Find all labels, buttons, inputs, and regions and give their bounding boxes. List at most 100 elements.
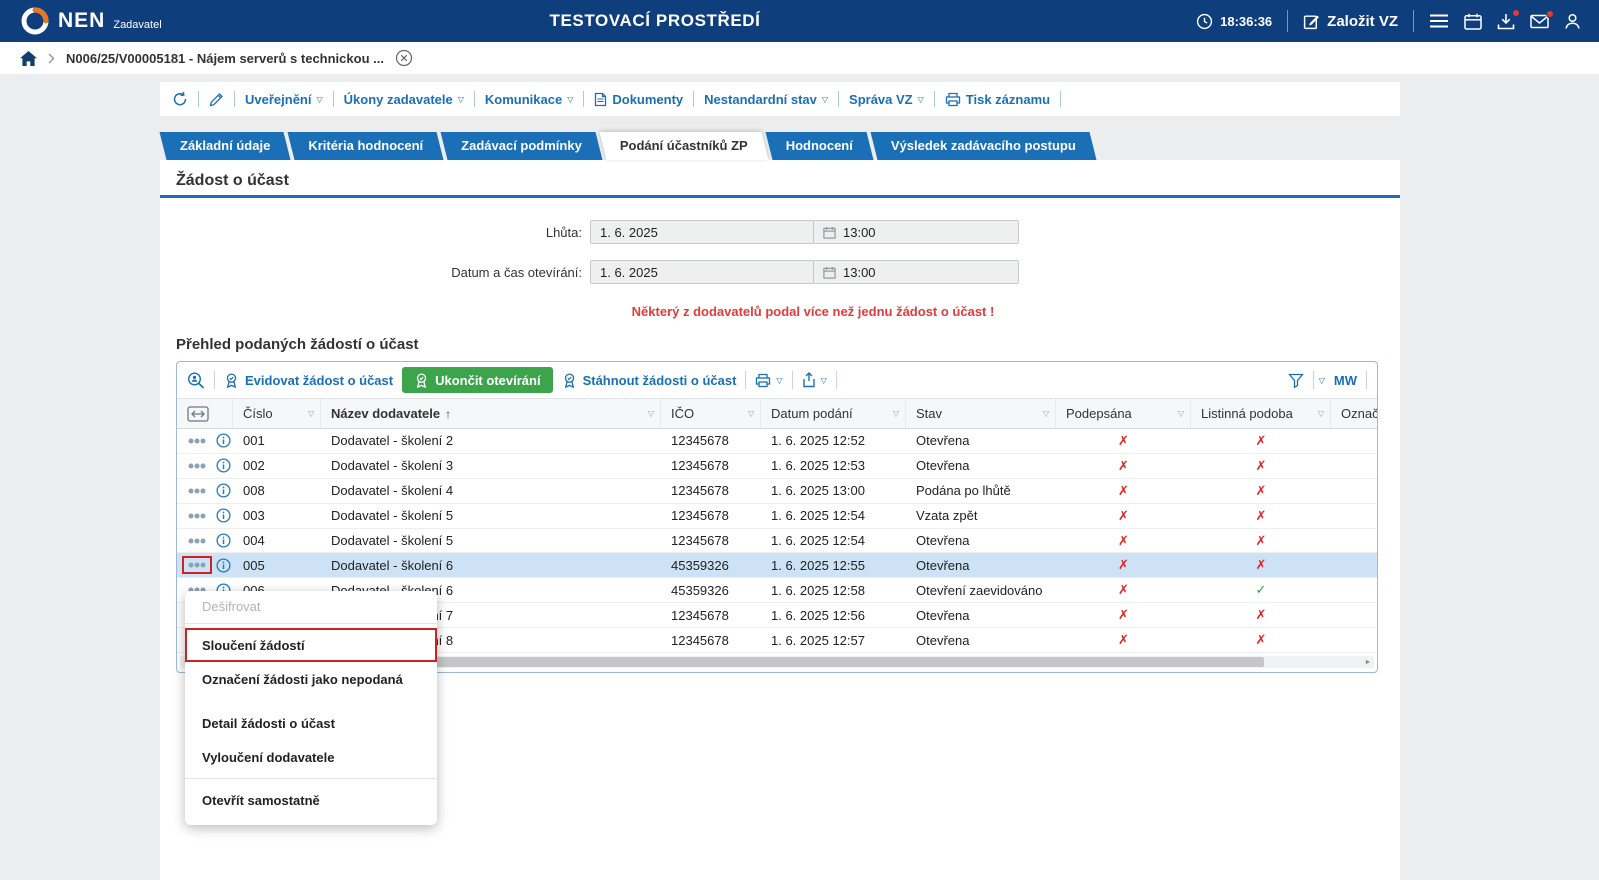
scroll-right-icon[interactable]: ► bbox=[1362, 656, 1374, 668]
row-menu-icon[interactable] bbox=[185, 535, 209, 547]
register-request-button[interactable]: Evidovat žádost o účast bbox=[224, 372, 393, 389]
column-header-stav[interactable]: Stav ▽ bbox=[906, 399, 1056, 428]
menu-item-vylouceni-dodavatele[interactable]: Vyloučení dodavatele bbox=[185, 740, 437, 774]
user-icon[interactable] bbox=[1564, 13, 1581, 30]
chevron-down-icon[interactable]: ▽ bbox=[1319, 376, 1325, 385]
info-icon[interactable] bbox=[216, 533, 231, 548]
finish-opening-button[interactable]: Ukončit otevírání bbox=[402, 367, 553, 393]
info-icon[interactable] bbox=[216, 558, 231, 573]
divider bbox=[745, 371, 747, 389]
time-input[interactable]: 13:00 bbox=[813, 220, 1019, 244]
edit-icon[interactable] bbox=[209, 92, 224, 107]
filter-caret-icon[interactable]: ▽ bbox=[1043, 409, 1049, 418]
info-icon[interactable] bbox=[216, 483, 231, 498]
time-input[interactable]: 13:00 bbox=[813, 260, 1019, 284]
tab-kriteria-hodnoceni[interactable]: Kritéria hodnocení bbox=[291, 132, 440, 160]
cell-submitted-date: 1. 6. 2025 12:54 bbox=[771, 508, 865, 524]
create-vz-button[interactable]: Založit VZ bbox=[1303, 13, 1398, 30]
info-icon[interactable] bbox=[216, 508, 231, 523]
cell-marked bbox=[1331, 553, 1377, 577]
cell-submitted-date: 1. 6. 2025 12:55 bbox=[771, 557, 865, 573]
divider bbox=[1366, 371, 1367, 389]
column-header-listinna-podoba[interactable]: Listinná podoba ▽ bbox=[1191, 399, 1331, 428]
menu-divider bbox=[185, 778, 437, 779]
menu-item-otevrit-samostatne[interactable]: Otevřít samostatně bbox=[185, 783, 437, 817]
cell-status: Otevřena bbox=[916, 607, 970, 623]
cell-status: Vzata zpět bbox=[916, 508, 978, 524]
table-row[interactable]: 004 Dodavatel - školení 5 12345678 1. 6. 20… bbox=[177, 529, 1377, 554]
column-header-cislo[interactable]: Číslo ▽ bbox=[233, 399, 321, 428]
signed-cross-icon: ✗ bbox=[1118, 582, 1129, 598]
brand[interactable]: NEN Zadavatel bbox=[20, 6, 162, 36]
export-icon[interactable] bbox=[802, 372, 816, 388]
signed-cross-icon: ✗ bbox=[1118, 457, 1129, 473]
row-menu-icon[interactable] bbox=[185, 510, 209, 522]
filter-caret-icon[interactable]: ▽ bbox=[308, 409, 314, 418]
undo-icon[interactable] bbox=[172, 91, 188, 107]
download-requests-button[interactable]: Stáhnout žádosti o účast bbox=[562, 372, 736, 389]
info-icon[interactable] bbox=[216, 433, 231, 448]
mw-label[interactable]: MW bbox=[1334, 373, 1357, 388]
chevron-down-icon[interactable]: ▽ bbox=[821, 376, 827, 385]
tab-vysledek-zadavaciho-postupu[interactable]: Výsledek zadávacího postupu bbox=[874, 132, 1093, 160]
signed-cross-icon: ✗ bbox=[1118, 482, 1129, 498]
toolbar-link-ukony-zadavatele[interactable]: Úkony zadavatele ▽ bbox=[344, 92, 464, 107]
sort-ascending-icon: ↑ bbox=[445, 406, 452, 421]
chevron-down-icon[interactable]: ▽ bbox=[776, 376, 782, 385]
filter-caret-icon[interactable]: ▽ bbox=[893, 409, 899, 418]
table-row[interactable]: 001 Dodavatel - školení 2 12345678 1. 6. 20… bbox=[177, 429, 1377, 454]
toolbar-link-nestandardni-stav[interactable]: Nestandardní stav ▽ bbox=[704, 92, 828, 107]
table-row[interactable]: 008 Dodavatel - školení 4 12345678 1. 6. 20… bbox=[177, 479, 1377, 504]
home-icon[interactable] bbox=[20, 50, 37, 66]
date-input[interactable]: 1. 6. 2025 bbox=[590, 260, 814, 284]
row-menu-icon[interactable] bbox=[185, 460, 209, 472]
menu-item-oznaceni-zadosti-jako-nepodana[interactable]: Označení žádosti jako nepodaná bbox=[185, 662, 437, 696]
cell-supplier-name: Dodavatel - školení 3 bbox=[331, 458, 454, 474]
column-header-datum-podani[interactable]: Datum podání ▽ bbox=[761, 399, 906, 428]
filter-caret-icon[interactable]: ▽ bbox=[1318, 409, 1324, 418]
filter-caret-icon[interactable]: ▽ bbox=[648, 409, 654, 418]
column-header-ico[interactable]: IČO ▽ bbox=[661, 399, 761, 428]
chevron-down-icon: ▽ bbox=[917, 95, 924, 104]
breadcrumb-item[interactable]: N006/25/V00005181 - Nájem serverů s tech… bbox=[66, 51, 384, 66]
column-settings-icon[interactable] bbox=[177, 399, 233, 428]
menu-item-slouceni-zadosti[interactable]: Sloučení žádostí bbox=[185, 628, 437, 662]
table-row[interactable]: 003 Dodavatel - školení 5 12345678 1. 6. 20… bbox=[177, 504, 1377, 529]
column-header-oznac[interactable]: Označ bbox=[1331, 399, 1377, 428]
tab-zakladni-udaje[interactable]: Základní údaje bbox=[163, 132, 287, 160]
toolbar-link-sprava-vz[interactable]: Správa VZ ▽ bbox=[849, 92, 924, 107]
form-row: Datum a čas otevírání: 1. 6. 2025 13:00 bbox=[160, 260, 1400, 284]
toolbar-link-komunikace[interactable]: Komunikace ▽ bbox=[485, 92, 573, 107]
paper-cross-icon: ✗ bbox=[1255, 607, 1267, 623]
row-menu-icon[interactable] bbox=[185, 435, 209, 447]
tabs: Základní údaje Kritéria hodnocení Zadávací… bbox=[160, 132, 1400, 160]
filter-caret-icon[interactable]: ▽ bbox=[1178, 409, 1184, 418]
mail-icon[interactable] bbox=[1530, 9, 1554, 29]
download-icon[interactable] bbox=[1497, 8, 1520, 30]
filter-icon[interactable] bbox=[1287, 373, 1304, 388]
paper-cross-icon: ✗ bbox=[1255, 557, 1267, 573]
paper-cross-icon: ✗ bbox=[1255, 457, 1267, 473]
toolbar-link-dokumenty[interactable]: Dokumenty bbox=[594, 92, 683, 107]
table-row[interactable]: 005 Dodavatel - školení 6 45359326 1. 6. 20… bbox=[177, 553, 1377, 579]
tab-zadavaci-podminky[interactable]: Zadávací podmínky bbox=[444, 132, 599, 160]
row-menu-icon[interactable] bbox=[185, 485, 209, 497]
toolbar-link-uverejneni[interactable]: Uveřejnění ▽ bbox=[245, 92, 323, 107]
row-menu-icon[interactable] bbox=[182, 556, 212, 575]
close-record-icon[interactable] bbox=[395, 49, 413, 67]
menu-icon[interactable] bbox=[1429, 13, 1449, 29]
info-icon[interactable] bbox=[216, 458, 231, 473]
menu-item-detail-zadosti-o-ucast[interactable]: Detail žádosti o účast bbox=[185, 706, 437, 740]
print-icon[interactable] bbox=[755, 373, 771, 388]
filter-caret-icon[interactable]: ▽ bbox=[748, 409, 754, 418]
find-participant-icon[interactable] bbox=[187, 371, 205, 389]
column-header-podepsana[interactable]: Podepsána ▽ bbox=[1056, 399, 1191, 428]
tab-podani-ucastniku-zp[interactable]: Podání účastníků ZP bbox=[603, 132, 765, 160]
column-header-nazev-dodavatele[interactable]: Název dodavatele ↑ ▽ bbox=[321, 399, 661, 428]
toolbar-link-tisk-zaznamu[interactable]: Tisk záznamu bbox=[945, 92, 1050, 107]
date-input[interactable]: 1. 6. 2025 bbox=[590, 220, 814, 244]
calendar-icon[interactable] bbox=[1464, 13, 1482, 30]
tab-hodnoceni[interactable]: Hodnocení bbox=[769, 132, 870, 160]
table-row[interactable]: 002 Dodavatel - školení 3 12345678 1. 6. 20… bbox=[177, 454, 1377, 479]
divider bbox=[1413, 10, 1414, 32]
